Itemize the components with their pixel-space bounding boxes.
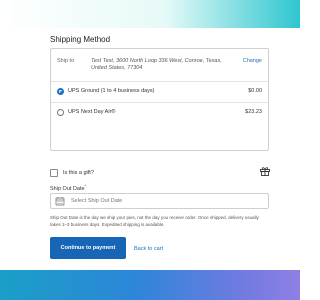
ship-to-label: Ship to: [57, 58, 75, 64]
shipping-box: Ship to Test Test, 3600 North Loop 336 W…: [50, 48, 269, 151]
page-title: Shipping Method: [50, 35, 111, 44]
ups-next-day-label: UPS Next Day Air®: [68, 109, 116, 115]
shipping-option-ups-next-day[interactable]: UPS Next Day Air® $23.23: [51, 102, 268, 123]
header-gradient-band: [0, 0, 300, 28]
ship-out-date-label-text: Ship Out Date: [50, 185, 85, 192]
calendar-icon: [55, 197, 65, 206]
ship-to-row: Ship to Test Test, 3600 North Loop 336 W…: [51, 49, 268, 81]
gift-label: Is this a gift?: [63, 170, 94, 176]
gift-checkbox[interactable]: [50, 169, 58, 177]
ship-out-date-label: Ship Out Date*: [50, 183, 86, 192]
address-line-1: Test Test, 3600 North Loop 336 West, Con…: [91, 58, 222, 64]
ship-out-date-input[interactable]: Select Ship Out Date: [50, 193, 269, 209]
ups-ground-price: $0.00: [248, 88, 262, 94]
ups-next-day-price: $23.23: [245, 109, 262, 115]
ship-out-date-help: Ship Out Date is the day we ship your pi…: [50, 215, 259, 227]
ship-out-date-placeholder: Select Ship Out Date: [71, 198, 123, 204]
ups-next-day-radio[interactable]: [57, 109, 64, 116]
ups-ground-radio[interactable]: [57, 88, 64, 95]
footer-gradient-band: [0, 270, 300, 300]
checkout-panel: Shipping Method Ship to Test Test, 3600 …: [38, 28, 282, 270]
back-to-cart-link[interactable]: Back to cart: [134, 246, 163, 252]
ups-ground-label: UPS Ground (1 to 4 business days): [68, 88, 155, 94]
change-address-link[interactable]: Change: [243, 58, 262, 64]
required-marker: *: [84, 183, 87, 188]
continue-to-payment-button[interactable]: Continue to payment: [50, 237, 126, 259]
gift-row: Is this a gift?: [50, 167, 270, 179]
ship-to-address: Test Test, 3600 North Loop 336 West, Con…: [91, 58, 241, 72]
shipping-option-ups-ground[interactable]: UPS Ground (1 to 4 business days) $0.00: [51, 81, 268, 102]
gift-icon: [260, 167, 270, 176]
address-line-2: United States, 77304: [91, 65, 143, 71]
